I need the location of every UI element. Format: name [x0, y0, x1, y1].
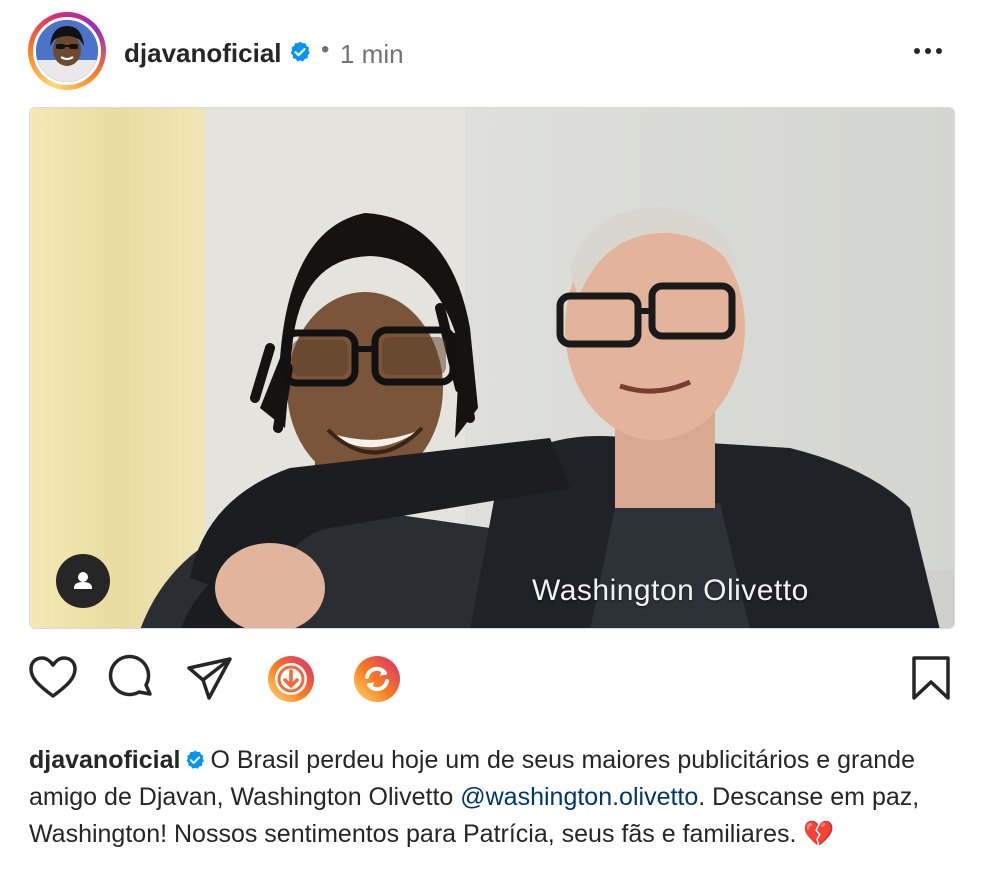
- post-time[interactable]: 1 min: [340, 39, 404, 70]
- post-image[interactable]: Washington Olivetto: [29, 107, 955, 629]
- caption-username[interactable]: djavanoficial: [29, 746, 180, 774]
- verified-badge-icon: [290, 41, 310, 62]
- post-username[interactable]: djavanoficial: [124, 38, 282, 69]
- separator-dot: •: [321, 36, 330, 63]
- dot: [936, 48, 942, 54]
- story-ring[interactable]: [28, 12, 106, 90]
- heart-icon[interactable]: [28, 654, 78, 704]
- bookmark-icon[interactable]: [906, 654, 956, 704]
- verified-badge-icon: [187, 750, 205, 769]
- post-actions: [28, 650, 956, 706]
- broken-heart-emoji: 💔: [803, 820, 835, 848]
- repost-icon[interactable]: [352, 654, 402, 704]
- dot: [925, 48, 931, 54]
- mention-link[interactable]: @washington.olivetto: [460, 783, 698, 811]
- post-caption: djavanoficial O Brasil perdeu hoje um de…: [29, 742, 959, 853]
- send-icon[interactable]: [185, 654, 235, 704]
- download-icon[interactable]: [266, 654, 316, 704]
- dot: [914, 48, 920, 54]
- avatar[interactable]: [33, 17, 101, 85]
- comment-icon[interactable]: [106, 654, 156, 704]
- photo-overlay-text: Washington Olivetto: [532, 574, 809, 607]
- user-tag-icon[interactable]: [56, 554, 110, 608]
- post-header: djavanoficial • 1 min: [28, 12, 956, 90]
- more-options-icon[interactable]: [910, 36, 946, 66]
